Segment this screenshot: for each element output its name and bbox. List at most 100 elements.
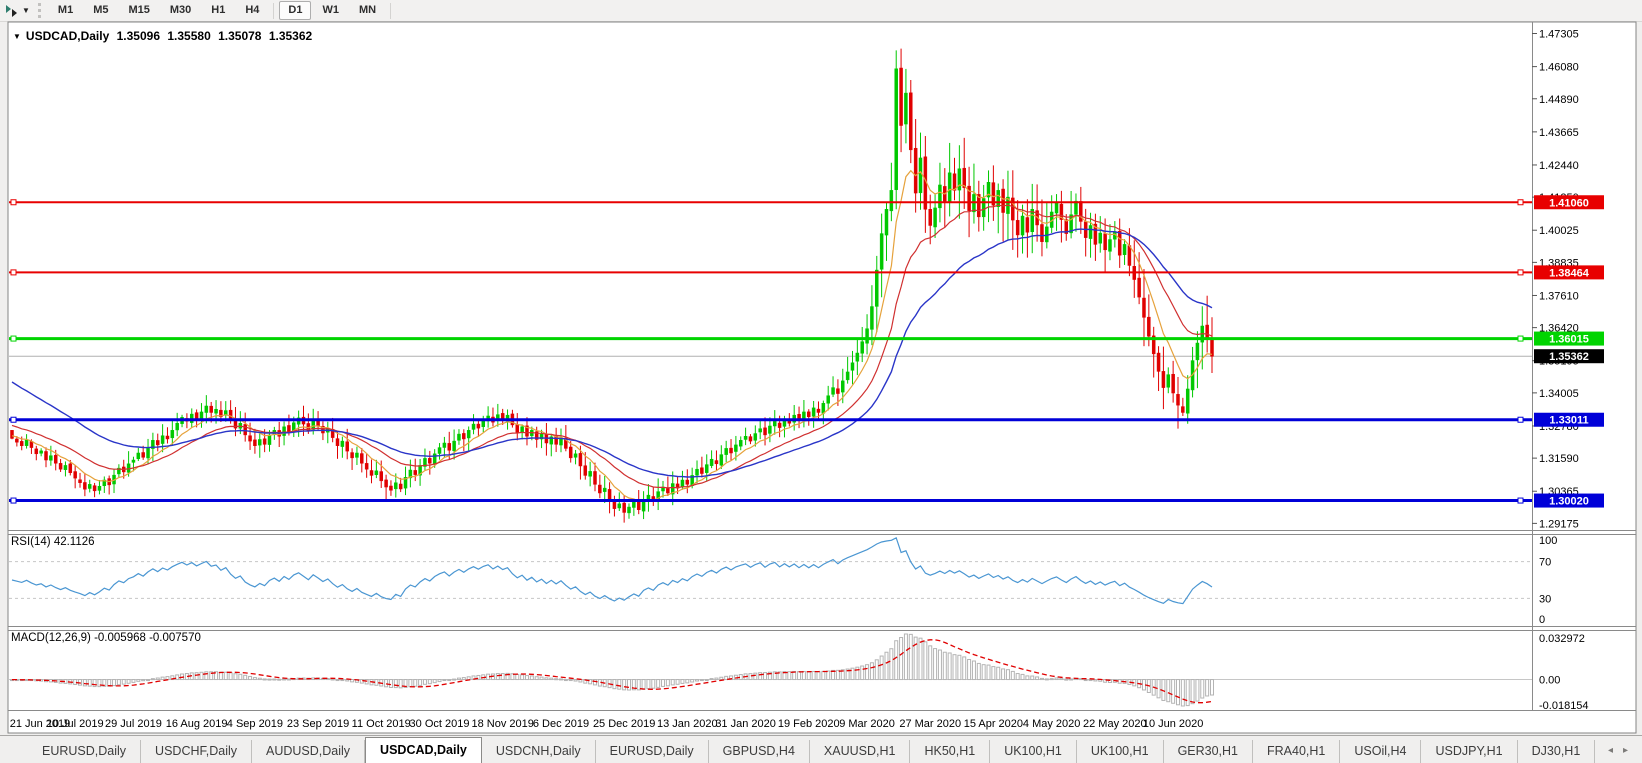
toolbar-grip[interactable] (37, 3, 41, 18)
chart-symbol-period: USDCAD,Daily (25, 29, 110, 43)
price-tick-label: 1.37610 (1539, 290, 1579, 302)
timeframe-button-m15[interactable]: M15 (119, 1, 158, 20)
ohlc-high: 1.35580 (167, 29, 211, 43)
svg-text:1.35362: 1.35362 (1549, 351, 1589, 363)
symbol-tab-usdchf-daily[interactable]: USDCHF,Daily (141, 740, 252, 763)
chart-tool-icon[interactable] (3, 3, 21, 19)
price-tick-label: 1.44890 (1539, 94, 1579, 106)
symbol-tab-eurusd-daily[interactable]: EURUSD,Daily (596, 740, 709, 763)
price-badge-1.33011: 1.33011 (1534, 412, 1604, 427)
macd-axis-max: 0.032972 (1539, 633, 1585, 645)
svg-text:1.30020: 1.30020 (1549, 496, 1589, 508)
date-axis-label: 30 Oct 2019 (410, 718, 470, 730)
price-tick-label: 1.31590 (1539, 453, 1579, 465)
hline-handle[interactable] (1517, 497, 1524, 504)
date-axis-label: 16 Aug 2019 (166, 718, 228, 730)
symbol-tab-usdcad-daily[interactable]: USDCAD,Daily (365, 737, 482, 763)
toolbar-separator (390, 2, 392, 19)
ohlc-open: 1.35096 (116, 29, 161, 43)
hline-handle[interactable] (10, 416, 17, 423)
date-axis-label: 10 Jul 2019 (47, 718, 104, 730)
date-axis-label: 11 Oct 2019 (352, 718, 411, 730)
timeframe-button-m5[interactable]: M5 (84, 1, 117, 20)
timeframe-toolbar: ▼ M1 M5 M15 M30 H1 H4 D1 W1 MN (0, 0, 1642, 22)
hline-handle[interactable] (10, 269, 17, 276)
symbol-tab-dj30-h1[interactable]: DJ30,H1 (1518, 740, 1596, 763)
date-axis-label: 22 May 2020 (1083, 718, 1147, 730)
tab-scroll-right-icon[interactable]: ▸ (1623, 745, 1628, 756)
timeframe-button-w1[interactable]: W1 (313, 1, 348, 20)
symbol-tab-usoil-h4[interactable]: USOil,H4 (1340, 740, 1422, 763)
ohlc-low: 1.35078 (218, 29, 262, 43)
timeframe-button-d1[interactable]: D1 (279, 1, 312, 20)
price-tick-label: 1.43665 (1539, 127, 1579, 139)
date-axis-label: 29 Jul 2019 (105, 718, 162, 730)
date-axis-label: 13 Jan 2020 (657, 718, 718, 730)
price-badge-1.38464: 1.38464 (1534, 265, 1604, 280)
symbol-tabs: EURUSD,Daily USDCHF,Daily AUDUSD,Daily USDC… (0, 737, 1596, 763)
price-tick-label: 1.46080 (1539, 62, 1579, 74)
macd-indicator-label: MACD(12,26,9) -0.005968 -0.007570 (11, 632, 201, 644)
date-axis-label: 23 Sep 2019 (287, 718, 349, 730)
ohlc-close: 1.35362 (268, 29, 313, 43)
hline-handle[interactable] (1517, 335, 1524, 342)
symbol-tab-uk100-h1[interactable]: UK100,H1 (990, 740, 1077, 763)
ohlc-menu-caret[interactable]: ▼ (13, 32, 21, 41)
hline-handle[interactable] (1517, 269, 1524, 276)
date-axis-label: 9 Mar 2020 (839, 718, 895, 730)
date-axis-label: 4 Sep 2019 (227, 718, 283, 730)
symbol-tab-xauusd-h1[interactable]: XAUUSD,H1 (810, 740, 911, 763)
rsi-axis-label: 30 (1539, 593, 1551, 605)
hline-handle[interactable] (10, 497, 17, 504)
hline-handle[interactable] (1517, 416, 1524, 423)
symbol-tab-uk100-h1[interactable]: UK100,H1 (1077, 740, 1164, 763)
date-axis-label: 25 Dec 2019 (593, 718, 655, 730)
chart-tool-icon-glyph (6, 4, 17, 17)
timeframe-button-h4[interactable]: H4 (236, 1, 268, 20)
tab-scroll-left-icon[interactable]: ◂ (1608, 745, 1613, 756)
svg-text:1.36015: 1.36015 (1549, 334, 1589, 346)
rsi-axis-label: 100 (1539, 535, 1557, 547)
price-tick-label: 1.47305 (1539, 29, 1579, 41)
toolbar-dropdown-caret[interactable]: ▼ (22, 6, 30, 15)
timeframe-button-m30[interactable]: M30 (161, 1, 200, 20)
price-badge-1.30020: 1.30020 (1534, 493, 1604, 508)
price-badge-1.41060: 1.41060 (1534, 195, 1604, 210)
price-badge-1.35362: 1.35362 (1534, 349, 1604, 364)
timeframe-buttons: M1 M5 M15 M30 H1 H4 D1 W1 MN (48, 1, 395, 20)
price-tick-label: 1.29175 (1539, 518, 1579, 530)
date-axis-label: 19 Feb 2020 (778, 718, 840, 730)
timeframe-button-mn[interactable]: MN (350, 1, 385, 20)
hline-handle[interactable] (10, 335, 17, 342)
timeframe-button-h1[interactable]: H1 (202, 1, 234, 20)
svg-text:1.38464: 1.38464 (1549, 267, 1590, 279)
toolbar-separator (273, 2, 275, 19)
rsi-axis-label: 0 (1539, 614, 1545, 626)
tab-scroll-controls: ◂ ▸ (1608, 745, 1628, 756)
symbol-tab-audusd-daily[interactable]: AUDUSD,Daily (252, 740, 366, 763)
symbol-tab-usdcnh-daily[interactable]: USDCNH,Daily (482, 740, 596, 763)
macd-axis-zero: 0.00 (1539, 675, 1560, 687)
macd-axis-min: -0.018154 (1539, 700, 1589, 712)
date-axis-label: 31 Jan 2020 (715, 718, 776, 730)
hline-handle[interactable] (1517, 199, 1524, 206)
rsi-indicator-label: RSI(14) 42.1126 (11, 536, 95, 548)
chart-canvas[interactable]: 1.473051.460801.448901.436651.424401.412… (0, 21, 1642, 735)
timeframe-button-m1[interactable]: M1 (49, 1, 82, 20)
symbol-tab-fra40-h1[interactable]: FRA40,H1 (1253, 740, 1341, 763)
price-tick-label: 1.40025 (1539, 225, 1579, 237)
date-axis-label: 18 Nov 2019 (471, 718, 533, 730)
date-axis-label: 15 Apr 2020 (964, 718, 1023, 730)
symbol-tab-hk50-h1[interactable]: HK50,H1 (910, 740, 991, 763)
date-axis-label: 6 Dec 2019 (533, 718, 589, 730)
mt4-terminal: ▼ M1 M5 M15 M30 H1 H4 D1 W1 MN 1.47305 1.46080 1.4… (0, 0, 1642, 763)
date-axis-label: 27 Mar 2020 (899, 718, 961, 730)
symbol-tab-ger30-h1[interactable]: GER30,H1 (1164, 740, 1254, 763)
svg-text:1.33011: 1.33011 (1549, 415, 1588, 427)
hline-handle[interactable] (10, 199, 17, 206)
chart-window: 1.473051.460801.448901.436651.424401.412… (0, 21, 1642, 735)
symbol-tab-usdjpy-h1[interactable]: USDJPY,H1 (1421, 740, 1518, 763)
rsi-axis-label: 70 (1539, 557, 1551, 569)
symbol-tab-eurusd-daily[interactable]: EURUSD,Daily (28, 740, 142, 763)
symbol-tab-gbpusd-h4[interactable]: GBPUSD,H4 (709, 740, 810, 763)
